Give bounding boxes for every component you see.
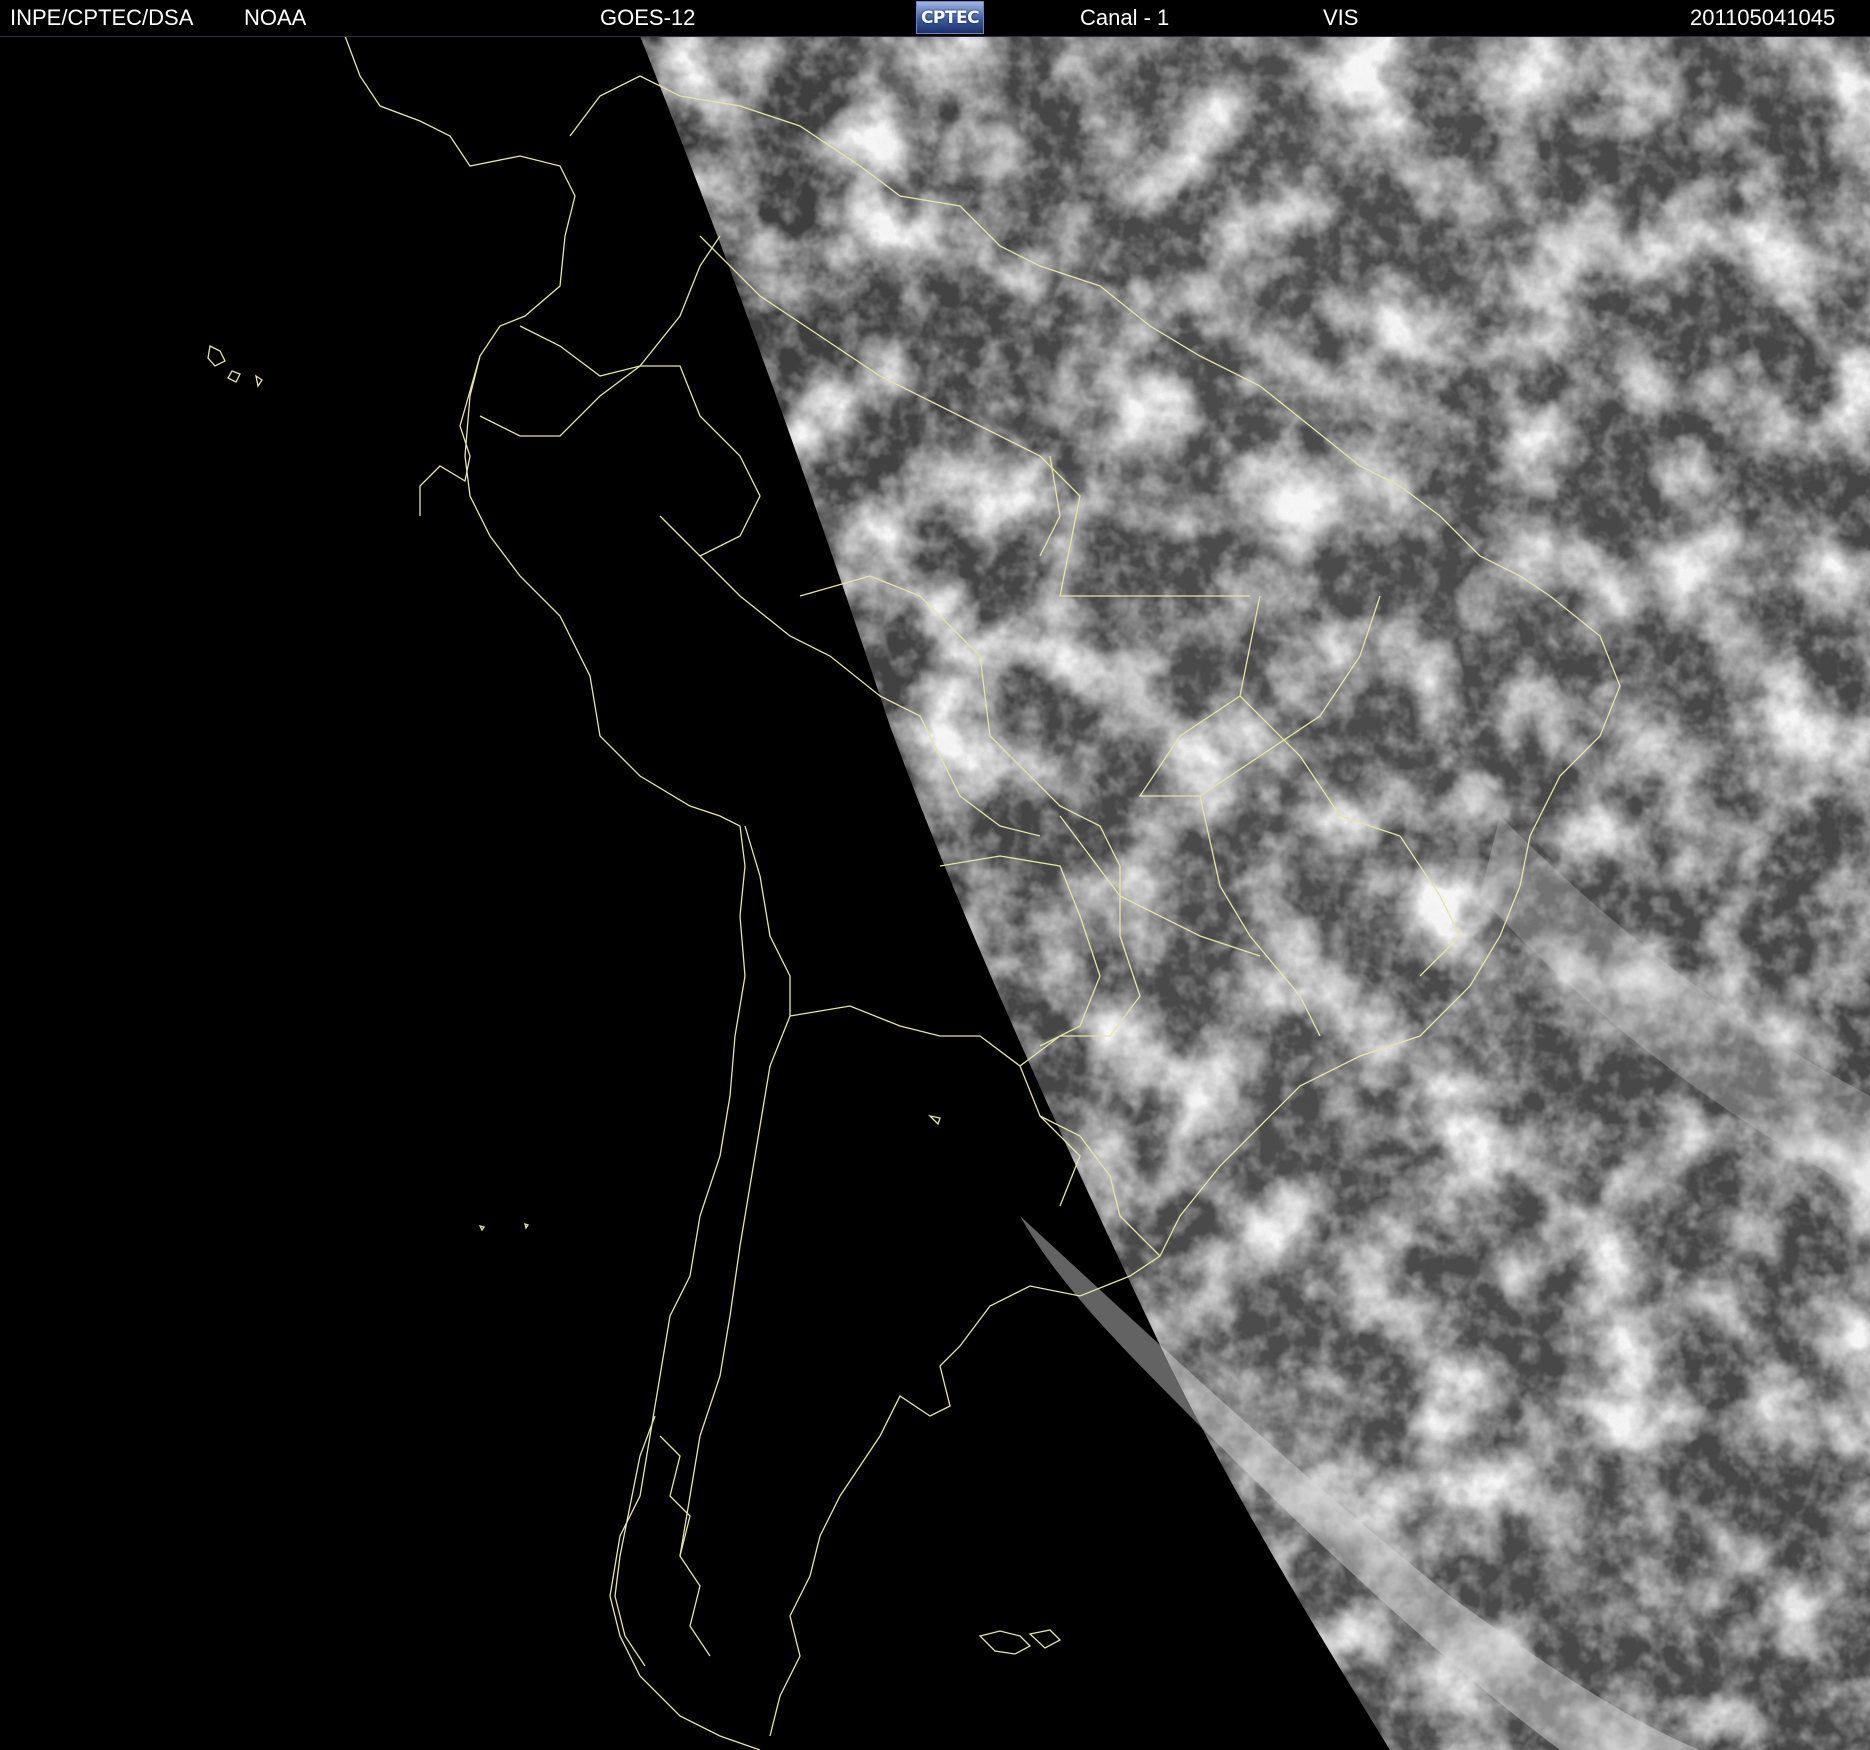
header-bar: INPE/CPTEC/DSA NOAA GOES-12 CPTEC Canal … — [0, 0, 1870, 37]
satellite-image-svg — [207, 36, 1870, 1750]
peru-border — [479, 365, 761, 557]
pacific-coast-sa — [464, 355, 761, 1750]
central-america-coast — [344, 36, 576, 516]
source-label: NOAA — [244, 5, 307, 30]
chile-fjords — [614, 1415, 711, 1667]
satellite-label: GOES-12 — [600, 5, 696, 30]
satellite-image — [0, 36, 1870, 1750]
band-label: VIS — [1323, 5, 1359, 30]
image-grain — [640, 36, 1870, 1750]
small-islands — [478, 1114, 941, 1232]
timestamp-label: 201105041045 — [1690, 5, 1836, 30]
falkland-islands — [978, 1629, 1062, 1655]
andes-border — [679, 825, 791, 1557]
cptec-logo: CPTEC — [916, 1, 984, 34]
argentina-border — [789, 1005, 1021, 1067]
channel-label: Canal - 1 — [1080, 5, 1170, 30]
agency-label: INPE/CPTEC/DSA — [10, 5, 194, 30]
logo-text: CPTEC — [920, 7, 980, 28]
galapagos-islands — [207, 345, 263, 388]
colombia-border — [519, 235, 721, 377]
